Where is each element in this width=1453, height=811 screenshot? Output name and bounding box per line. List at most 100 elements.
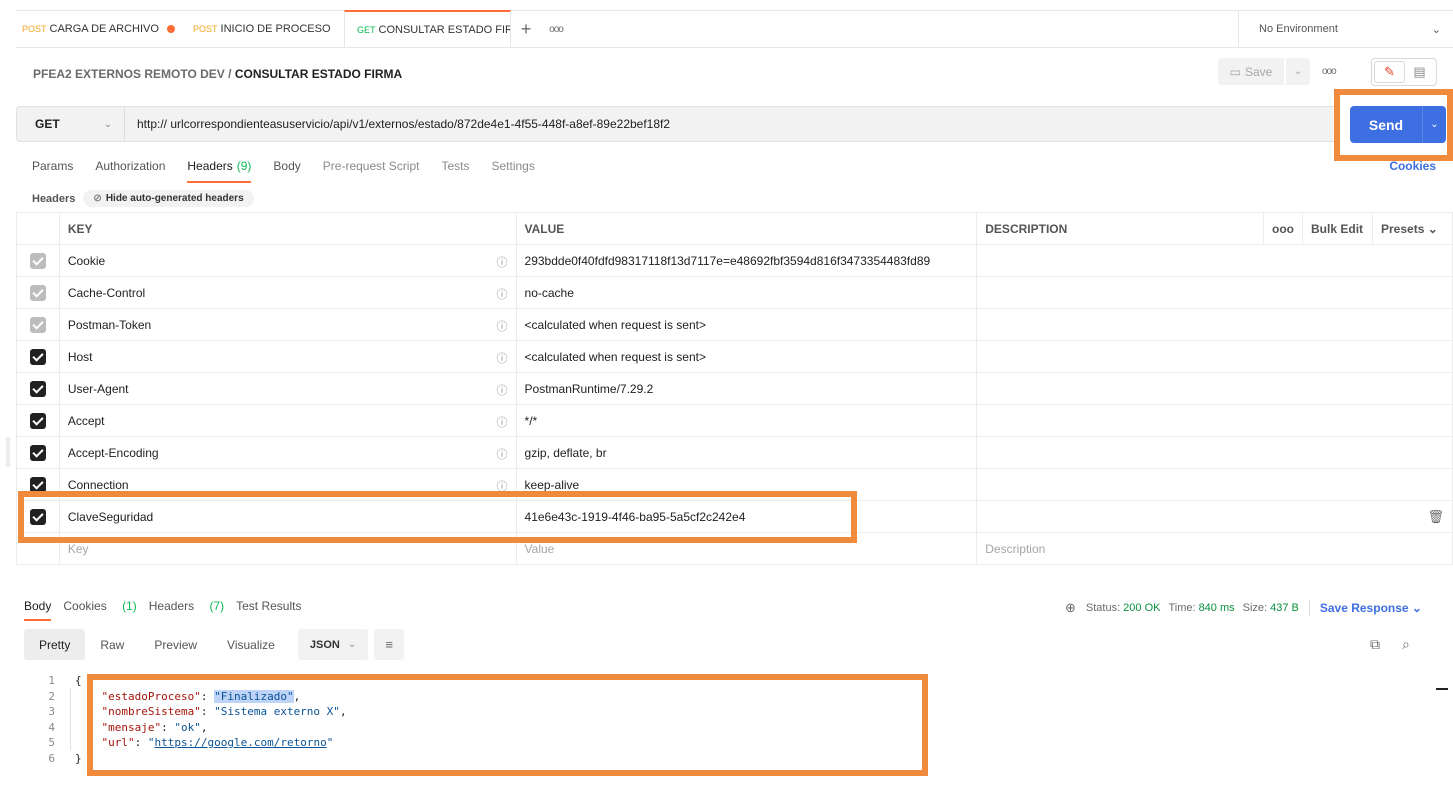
- response-tab-headers[interactable]: Headers (7): [149, 599, 224, 621]
- request-more-icon[interactable]: ooo: [1322, 66, 1337, 77]
- format-selector[interactable]: JSON ⌄: [297, 629, 369, 660]
- row-checkbox[interactable]: [16, 244, 60, 277]
- view-visualize[interactable]: Visualize: [212, 629, 290, 660]
- search-icon[interactable]: ⌕: [1402, 636, 1410, 653]
- info-icon[interactable]: ⓘ: [497, 414, 508, 430]
- breadcrumb-collection[interactable]: PFEA2 EXTERNOS REMOTO DEV: [33, 67, 225, 81]
- save-dropdown-chevron-icon[interactable]: ⌄: [1286, 58, 1310, 85]
- key-text: Accept: [67, 413, 105, 428]
- globe-icon[interactable]: ⊕: [1065, 600, 1076, 616]
- response-tab-test-results[interactable]: Test Results: [236, 599, 301, 621]
- header-description[interactable]: [976, 340, 1453, 373]
- info-icon[interactable]: ⓘ: [497, 254, 508, 270]
- row-checkbox[interactable]: [16, 340, 60, 373]
- cookies-link[interactable]: Cookies: [1389, 159, 1436, 173]
- clave-seguridad-highlight-box: [18, 491, 857, 543]
- header-key[interactable]: Cache-Control ⓘ: [58, 276, 517, 309]
- status-label: Status:: [1085, 602, 1121, 614]
- column-description: DESCRIPTION: [976, 212, 1265, 245]
- headers-label: Headers: [148, 599, 195, 613]
- tab-headers[interactable]: Headers (9): [187, 159, 252, 183]
- header-value[interactable]: gzip, deflate, br: [515, 436, 978, 469]
- header-description[interactable]: [976, 372, 1453, 405]
- key-text: Accept-Encoding: [67, 445, 159, 460]
- tab-body[interactable]: Body: [273, 159, 300, 183]
- row-checkbox[interactable]: [16, 404, 60, 437]
- header-value[interactable]: <calculated when request is sent>: [515, 340, 978, 373]
- checkbox-icon: [29, 316, 46, 333]
- copy-icon[interactable]: ⧉: [1370, 636, 1380, 653]
- key-text: Cache-Control: [67, 285, 146, 300]
- tab-prerequest-script[interactable]: Pre-request Script: [323, 159, 420, 183]
- tab-settings[interactable]: Settings: [492, 159, 535, 183]
- tab-params[interactable]: Params: [32, 159, 73, 183]
- environment-selector[interactable]: No Environment ⌄: [1238, 11, 1453, 47]
- edit-pencil-icon[interactable]: ✎: [1374, 61, 1405, 83]
- header-description[interactable]: [976, 308, 1453, 341]
- response-tab-cookies[interactable]: Cookies (1): [63, 599, 136, 621]
- info-icon[interactable]: ⓘ: [497, 446, 508, 462]
- header-value[interactable]: <calculated when request is sent>: [515, 308, 978, 341]
- header-key[interactable]: Cookie ⓘ: [58, 244, 517, 277]
- breadcrumb-request[interactable]: CONSULTAR ESTADO FIRMA: [235, 67, 402, 81]
- cookies-count: (1): [122, 599, 137, 613]
- info-icon[interactable]: ⓘ: [497, 350, 508, 366]
- view-preview[interactable]: Preview: [139, 629, 212, 660]
- header-key[interactable]: Postman-Token ⓘ: [58, 308, 517, 341]
- tab-consultar-estado-firma[interactable]: GET CONSULTAR ESTADO FIR: [344, 10, 511, 47]
- row-checkbox[interactable]: [16, 276, 60, 309]
- presets-dropdown[interactable]: Presets ⌄: [1372, 212, 1453, 245]
- wrap-lines-icon[interactable]: ≡: [374, 629, 405, 660]
- header-description[interactable]: 🗑: [976, 500, 1453, 533]
- documentation-icon[interactable]: ▤: [1405, 61, 1434, 83]
- save-icon: ▭: [1229, 64, 1241, 79]
- save-response-label: Save Response: [1319, 601, 1409, 615]
- time-value[interactable]: 840 ms: [1199, 602, 1235, 614]
- key-text: User-Agent: [67, 381, 129, 396]
- header-value[interactable]: no-cache: [515, 276, 978, 309]
- new-tab-plus-icon[interactable]: +: [511, 11, 541, 47]
- line-number: 3: [48, 705, 55, 718]
- header-check-col: [16, 212, 60, 245]
- hide-auto-headers-button[interactable]: ⊘ Hide auto-generated headers: [83, 190, 254, 207]
- table-more-icon[interactable]: ooo: [1263, 212, 1304, 245]
- header-key[interactable]: Accept-Encoding ⓘ: [58, 436, 517, 469]
- method-selector[interactable]: GET ⌄: [17, 107, 125, 141]
- info-icon[interactable]: ⓘ: [497, 286, 508, 302]
- row-checkbox[interactable]: [16, 308, 60, 341]
- table-row: Postman-Token ⓘ <calculated when request …: [16, 308, 1453, 341]
- format-label: JSON: [309, 638, 340, 651]
- response-tab-body[interactable]: Body: [24, 599, 52, 621]
- trash-icon[interactable]: 🗑: [1427, 509, 1444, 525]
- header-key[interactable]: User-Agent ⓘ: [58, 372, 517, 405]
- url-input[interactable]: http:// urlcorrespondienteasuservicio/ap…: [125, 117, 670, 131]
- save-button[interactable]: ▭ Save: [1218, 58, 1284, 85]
- info-icon[interactable]: ⓘ: [497, 382, 508, 398]
- header-key[interactable]: Accept ⓘ: [58, 404, 517, 437]
- header-description[interactable]: [976, 244, 1453, 277]
- tab-carga-de-archivo[interactable]: POST CARGA DE ARCHIVO: [16, 11, 181, 47]
- size-value[interactable]: 437 B: [1270, 602, 1299, 614]
- header-value[interactable]: 293bdde0f40fdfd98317118f13d7117e=e48692f…: [515, 244, 978, 277]
- header-value[interactable]: PostmanRuntime/7.29.2: [515, 372, 978, 405]
- save-response-button[interactable]: Save Response ⌄: [1320, 601, 1422, 615]
- header-description[interactable]: [976, 276, 1453, 309]
- info-icon[interactable]: ⓘ: [497, 318, 508, 334]
- header-description[interactable]: [976, 404, 1453, 437]
- row-checkbox[interactable]: [16, 436, 60, 469]
- tab-more-icon[interactable]: ooo: [541, 11, 571, 47]
- bulk-edit-button[interactable]: Bulk Edit: [1302, 212, 1373, 245]
- header-description[interactable]: [976, 468, 1453, 501]
- header-description[interactable]: [976, 436, 1453, 469]
- view-raw[interactable]: Raw: [85, 629, 139, 660]
- tab-inicio-de-proceso[interactable]: POST INICIO DE PROCESO: [181, 11, 344, 47]
- row-checkbox[interactable]: [16, 372, 60, 405]
- tab-authorization[interactable]: Authorization: [95, 159, 165, 183]
- tab-tests[interactable]: Tests: [441, 159, 469, 183]
- new-description-input[interactable]: Description: [976, 532, 1453, 565]
- view-pretty[interactable]: Pretty: [24, 629, 86, 660]
- header-key[interactable]: Host ⓘ: [58, 340, 517, 373]
- status-value[interactable]: 200 OK: [1123, 602, 1160, 614]
- header-value[interactable]: */*: [515, 404, 978, 437]
- tab-method: POST: [22, 24, 47, 34]
